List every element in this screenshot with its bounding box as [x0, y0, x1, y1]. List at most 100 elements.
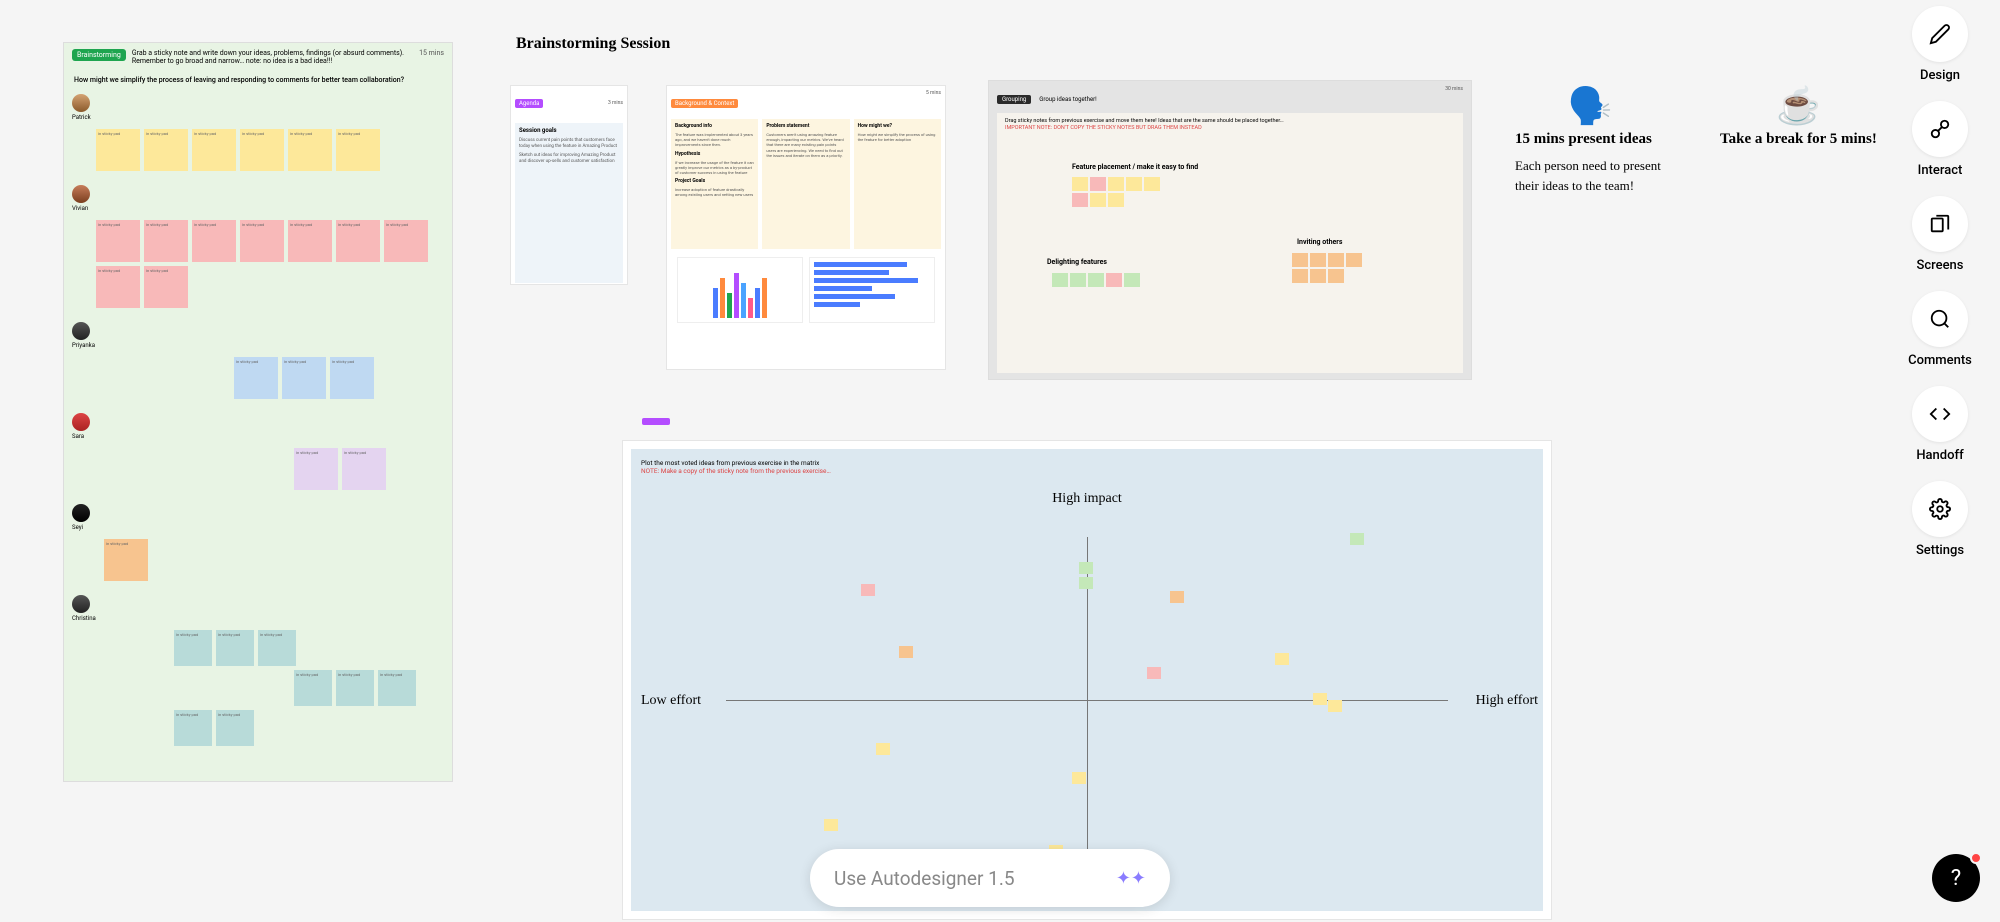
sticky-note[interactable] — [1313, 693, 1327, 705]
autodesigner-placeholder: Use Autodesigner 1.5 — [834, 867, 1015, 890]
tool-label: Comments — [1908, 353, 1972, 368]
sticky-note[interactable]: in sticky pad — [288, 220, 332, 262]
sticky-note[interactable]: in sticky pad — [96, 220, 140, 262]
cluster-label: Delighting features — [1047, 258, 1107, 266]
info-card-present: 🗣️ 15 mins present ideas Each person nee… — [1515, 85, 1665, 195]
speaking-head-icon: 🗣️ — [1515, 85, 1665, 127]
comment-icon — [1929, 308, 1951, 330]
sticky-note[interactable] — [1147, 667, 1161, 679]
sticky-note[interactable] — [1292, 269, 1308, 283]
person-name: Sara — [72, 433, 90, 440]
sticky-note[interactable]: in sticky pad — [294, 448, 338, 490]
settings-tool-button[interactable]: Settings — [1912, 481, 1968, 558]
person-name: Christina — [72, 615, 96, 622]
bg-col-title: Hypothesis — [675, 151, 754, 157]
sticky-note[interactable] — [861, 584, 875, 596]
grouping-panel[interactable]: Grouping Group ideas together! 30 mins D… — [988, 80, 1472, 380]
sticky-note[interactable]: in sticky pad — [288, 129, 332, 171]
sticky-note[interactable] — [899, 646, 913, 658]
cluster-label: Inviting others — [1297, 238, 1342, 246]
brainstorm-panel[interactable]: Brainstorming Grab a sticky note and wri… — [63, 42, 453, 782]
sticky-note[interactable]: in sticky pad — [216, 710, 254, 746]
sticky-note[interactable]: in sticky pad — [384, 220, 428, 262]
sticky-note[interactable]: in sticky pad — [240, 129, 284, 171]
sticky-note[interactable]: in sticky pad — [144, 220, 188, 262]
selection-marker[interactable] — [642, 418, 670, 425]
sticky-note[interactable] — [1052, 273, 1068, 287]
sticky-note[interactable]: in sticky pad — [192, 220, 236, 262]
sticky-note[interactable]: in sticky pad — [96, 266, 140, 308]
sticky-note[interactable] — [1310, 269, 1326, 283]
design-canvas[interactable]: Brainstorming Session Brainstorming Grab… — [0, 0, 2000, 922]
sticky-note[interactable] — [1070, 273, 1086, 287]
matrix-panel[interactable]: Plot the most voted ideas from previous … — [622, 440, 1552, 920]
agenda-panel[interactable]: Agenda 3 mins Session goals Discuss curr… — [510, 85, 628, 285]
info-desc: Each person need to present their ideas … — [1515, 156, 1665, 195]
sticky-note[interactable] — [1072, 177, 1088, 191]
bg-col-text: Increase adoption of feature drastically… — [675, 187, 754, 197]
sticky-note[interactable] — [1310, 253, 1326, 267]
matrix-instr: Plot the most voted ideas from previous … — [641, 459, 819, 467]
sticky-note[interactable] — [1079, 577, 1093, 589]
brainstorm-instruction: Grab a sticky note and write down your i… — [132, 49, 413, 66]
sticky-note[interactable] — [1072, 193, 1088, 207]
sticky-note[interactable] — [1346, 253, 1362, 267]
interact-tool-button[interactable]: Interact — [1912, 101, 1968, 178]
background-panel[interactable]: Background & Context 5 mins Background i… — [666, 85, 946, 370]
sticky-note[interactable]: in sticky pad — [378, 670, 416, 706]
sticky-note[interactable] — [1090, 177, 1106, 191]
sticky-note[interactable]: in sticky pad — [174, 630, 212, 666]
sticky-note[interactable]: in sticky pad — [336, 129, 380, 171]
grouping-tag: Grouping — [997, 95, 1031, 104]
comments-tool-button[interactable]: Comments — [1908, 291, 1972, 368]
info-title: Take a break for 5 mins! — [1720, 131, 1877, 148]
design-tool-button[interactable]: Design — [1912, 6, 1968, 83]
bg-col-title: Background info — [675, 123, 754, 129]
sticky-note[interactable] — [876, 743, 890, 755]
sticky-note[interactable] — [1106, 273, 1122, 287]
sticky-note[interactable]: in sticky pad — [144, 266, 188, 308]
sticky-note[interactable]: in sticky pad — [216, 630, 254, 666]
sticky-note[interactable] — [1328, 269, 1344, 283]
sticky-note[interactable]: in sticky pad — [96, 129, 140, 171]
avatar — [72, 322, 90, 340]
sticky-note[interactable] — [1108, 193, 1124, 207]
sticky-note[interactable]: in sticky pad — [174, 710, 212, 746]
sticky-note[interactable] — [1170, 591, 1184, 603]
grouping-timer: 30 mins — [1445, 86, 1463, 92]
axis-label-left: Low effort — [641, 693, 701, 709]
bg-col-title: Project Goals — [675, 178, 754, 184]
sticky-note[interactable] — [1328, 700, 1342, 712]
handoff-tool-button[interactable]: Handoff — [1912, 386, 1968, 463]
sticky-note[interactable] — [1275, 653, 1289, 665]
sticky-note[interactable]: in sticky pad — [282, 357, 326, 399]
sticky-note[interactable] — [1350, 533, 1364, 545]
sticky-note[interactable] — [1072, 772, 1086, 784]
sticky-note[interactable] — [1090, 193, 1106, 207]
sticky-note[interactable]: in sticky pad — [144, 129, 188, 171]
sticky-note[interactable] — [1328, 253, 1344, 267]
help-button[interactable]: ? — [1932, 854, 1980, 902]
screens-tool-button[interactable]: Screens — [1912, 196, 1968, 273]
sticky-note[interactable] — [1144, 177, 1160, 191]
sticky-note[interactable] — [1126, 177, 1142, 191]
sticky-note[interactable]: in sticky pad — [258, 630, 296, 666]
sticky-note[interactable]: in sticky pad — [336, 220, 380, 262]
sticky-note[interactable] — [1124, 273, 1140, 287]
sticky-note[interactable]: in sticky pad — [330, 357, 374, 399]
agenda-title: Session goals — [519, 127, 619, 134]
autodesigner-input[interactable]: Use Autodesigner 1.5 ✦✦ — [810, 849, 1170, 907]
sticky-note[interactable] — [1088, 273, 1104, 287]
sticky-note[interactable] — [1108, 177, 1124, 191]
sticky-note[interactable]: in sticky pad — [336, 670, 374, 706]
sticky-note[interactable] — [1079, 562, 1093, 574]
sticky-note[interactable]: in sticky pad — [234, 357, 278, 399]
sticky-note[interactable]: in sticky pad — [240, 220, 284, 262]
sticky-note[interactable] — [824, 819, 838, 831]
sticky-note[interactable] — [1292, 253, 1308, 267]
sticky-note[interactable]: in sticky pad — [104, 539, 148, 581]
sticky-note[interactable]: in sticky pad — [294, 670, 332, 706]
tool-sidebar: Design Interact Screens Comments Handoff… — [1900, 0, 1980, 558]
sticky-note[interactable]: in sticky pad — [192, 129, 236, 171]
sticky-note[interactable]: in sticky pad — [342, 448, 386, 490]
